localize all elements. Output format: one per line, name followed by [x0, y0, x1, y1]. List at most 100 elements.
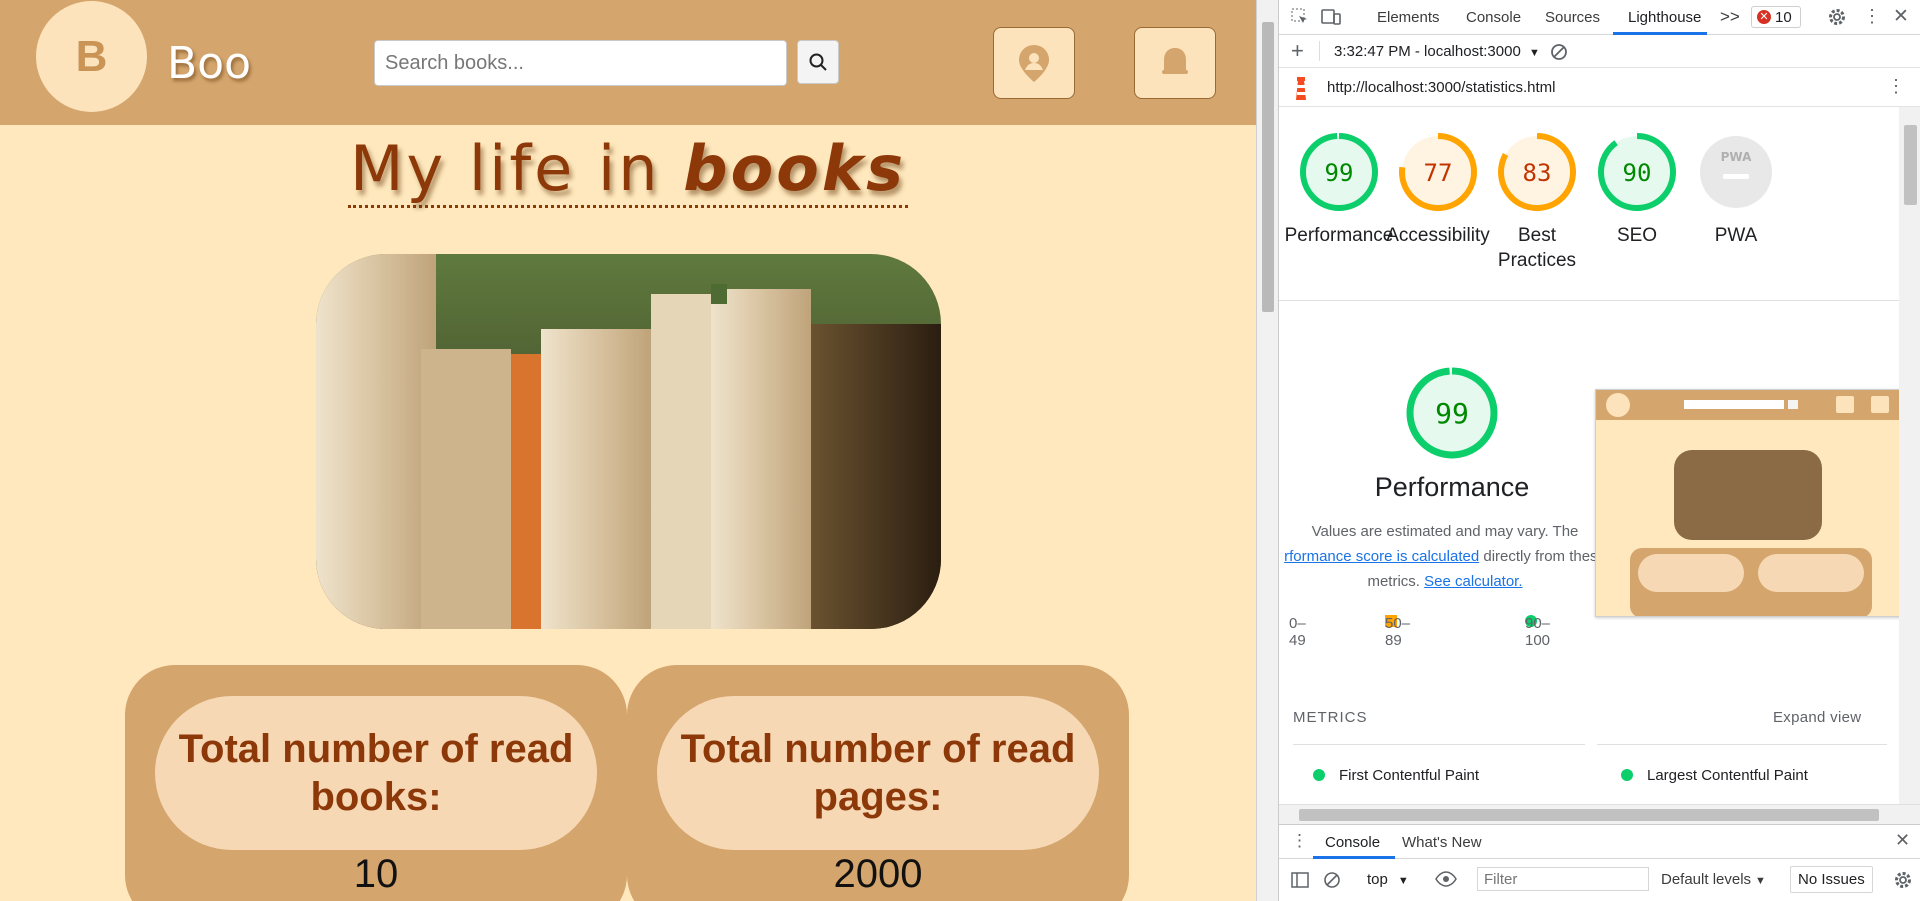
drawer-tab-whats-new[interactable]: What's New: [1402, 834, 1482, 851]
stat-label: Total number of read books:: [155, 696, 597, 850]
performance-gauge-large: 99: [1381, 365, 1523, 466]
stats-section: Total number of read books: 10 Total num…: [125, 665, 1129, 901]
console-toolbar: top▼ Default levels▼ No Issues: [1279, 859, 1920, 901]
clear-icon[interactable]: [1550, 43, 1568, 61]
console-settings-icon[interactable]: [1893, 870, 1913, 890]
gauge-score: 90: [1623, 159, 1652, 187]
see-calculator-link[interactable]: See calculator.: [1424, 573, 1522, 590]
tab-sources[interactable]: Sources: [1545, 9, 1600, 26]
gauge-label: PWA: [1714, 225, 1758, 246]
close-drawer-icon[interactable]: ✕: [1895, 830, 1910, 851]
pass-circle-icon: [1621, 769, 1633, 781]
metric-label: First Contentful Paint: [1339, 767, 1480, 784]
drawer-tabbar: ⋮ Console What's New ✕: [1279, 825, 1920, 859]
drawer-menu-icon[interactable]: ⋮: [1291, 831, 1308, 851]
performance-score-large: 99: [1435, 397, 1469, 430]
report-url: http://localhost:3000/statistics.html: [1327, 79, 1556, 96]
performance-note: Values are estimated and may vary. The r…: [1279, 519, 1615, 594]
page-scrollbar-thumb[interactable]: [1262, 22, 1274, 312]
metric-fcp: First Contentful Paint: [1313, 767, 1479, 784]
more-tabs-button[interactable]: >>: [1720, 7, 1740, 27]
stat-card-pages: Total number of read pages: 2000: [627, 665, 1129, 901]
metrics-divider: [1597, 744, 1887, 745]
device-toolbar-icon[interactable]: [1321, 8, 1341, 26]
note-text: Values are estimated and may vary. The: [1311, 523, 1579, 540]
error-count: 10: [1775, 8, 1792, 26]
brand-name: Boo: [167, 38, 252, 89]
performance-title: Performance: [1374, 472, 1530, 502]
log-levels-value: Default levels: [1661, 871, 1752, 888]
report-scrollbar-thumb[interactable]: [1904, 125, 1917, 205]
stat-card-books: Total number of read books: 10: [125, 665, 627, 901]
lighthouse-toolbar: + 3:32:47 PM - localhost:3000 ▼: [1279, 35, 1920, 68]
score-gauge-pwa[interactable]: PWA PWA: [1676, 131, 1796, 248]
location-button[interactable]: [993, 27, 1075, 99]
metrics-divider: [1293, 744, 1585, 745]
tab-console[interactable]: Console: [1466, 9, 1521, 26]
legend-fail-label: 0–49: [1289, 615, 1306, 649]
logo-letter: B: [75, 31, 108, 81]
issues-button[interactable]: No Issues: [1790, 866, 1873, 893]
more-options-icon[interactable]: ⋮: [1863, 6, 1881, 26]
note-text-end: metrics.: [1367, 573, 1420, 590]
console-filter-input[interactable]: [1477, 867, 1649, 891]
books-hero-image: [316, 254, 941, 629]
metrics-heading: METRICS: [1293, 709, 1368, 726]
horizontal-scrollbar[interactable]: [1279, 804, 1920, 824]
inspect-element-icon[interactable]: [1291, 8, 1309, 26]
chevron-down-icon: ▼: [1397, 875, 1409, 887]
page-title: My life in books: [0, 132, 1256, 208]
clear-console-icon[interactable]: [1323, 871, 1341, 889]
page-screenshot-thumbnail[interactable]: [1595, 389, 1899, 617]
notifications-button[interactable]: [1134, 27, 1216, 99]
site-logo[interactable]: B: [36, 1, 147, 112]
title-text: My life in: [350, 132, 661, 205]
context-value: top: [1367, 871, 1388, 888]
tab-elements[interactable]: Elements: [1377, 9, 1440, 26]
eye-icon[interactable]: [1435, 871, 1457, 887]
score-calc-link[interactable]: rformance score is calculated: [1284, 548, 1479, 565]
drawer-tab-console[interactable]: Console: [1325, 834, 1380, 851]
report-selector[interactable]: 3:32:47 PM - localhost:3000 ▼: [1334, 43, 1540, 60]
console-drawer: ⋮ Console What's New ✕ top ▼ Default leve…: [1279, 824, 1920, 901]
search-button[interactable]: [797, 40, 839, 84]
stat-label: Total number of read pages:: [657, 696, 1099, 850]
gauge-score: 83: [1523, 159, 1552, 187]
location-pin-icon: [1019, 45, 1049, 82]
chevron-down-icon: ▼: [1528, 47, 1540, 59]
site-header: B Boo: [0, 0, 1256, 125]
legend-pass-label: 90–100: [1525, 615, 1551, 649]
report-url-bar: http://localhost:3000/statistics.html ⋮: [1279, 68, 1920, 107]
report-menu-icon[interactable]: ⋮: [1887, 76, 1905, 97]
gauge-score: 77: [1424, 159, 1453, 187]
search-icon: [809, 53, 827, 71]
expand-view-toggle[interactable]: Expand view: [1773, 709, 1861, 726]
metric-lcp: Largest Contentful Paint: [1621, 767, 1808, 784]
devtools-tabbar: Elements Console Sources Lighthouse >> ✕…: [1279, 0, 1920, 35]
bell-icon: [1162, 48, 1188, 74]
new-report-icon[interactable]: +: [1291, 38, 1304, 64]
webpage: B Boo My life in books: [0, 0, 1256, 901]
tab-lighthouse[interactable]: Lighthouse: [1628, 9, 1701, 26]
title-emphasis: books: [683, 132, 906, 205]
error-count-badge[interactable]: ✕ 10: [1751, 6, 1801, 28]
devtools-panel: Elements Console Sources Lighthouse >> ✕…: [1278, 0, 1920, 901]
context-selector[interactable]: top ▼: [1367, 871, 1409, 888]
search-input[interactable]: [374, 40, 787, 86]
log-levels-dropdown[interactable]: Default levels ▼: [1661, 871, 1766, 888]
close-devtools-icon[interactable]: ✕: [1893, 5, 1909, 28]
section-divider: [1279, 300, 1899, 301]
sidebar-toggle-icon[interactable]: [1291, 871, 1309, 889]
chevron-down-icon: ▼: [1755, 875, 1766, 887]
settings-gear-icon[interactable]: [1827, 7, 1847, 27]
lighthouse-icon: [1296, 77, 1306, 100]
gauge-score: 99: [1325, 159, 1354, 187]
metric-label: Largest Contentful Paint: [1647, 767, 1808, 784]
legend-average-label: 50–89: [1385, 615, 1411, 649]
pwa-badge-text: PWA: [1721, 150, 1752, 164]
horizontal-scrollbar-thumb[interactable]: [1299, 809, 1879, 821]
report-selector-value: 3:32:47 PM - localhost:3000: [1334, 43, 1521, 60]
stat-value: 2000: [833, 852, 923, 896]
report-scrollbar[interactable]: [1899, 107, 1920, 804]
note-text-mid: directly from these: [1483, 548, 1606, 565]
